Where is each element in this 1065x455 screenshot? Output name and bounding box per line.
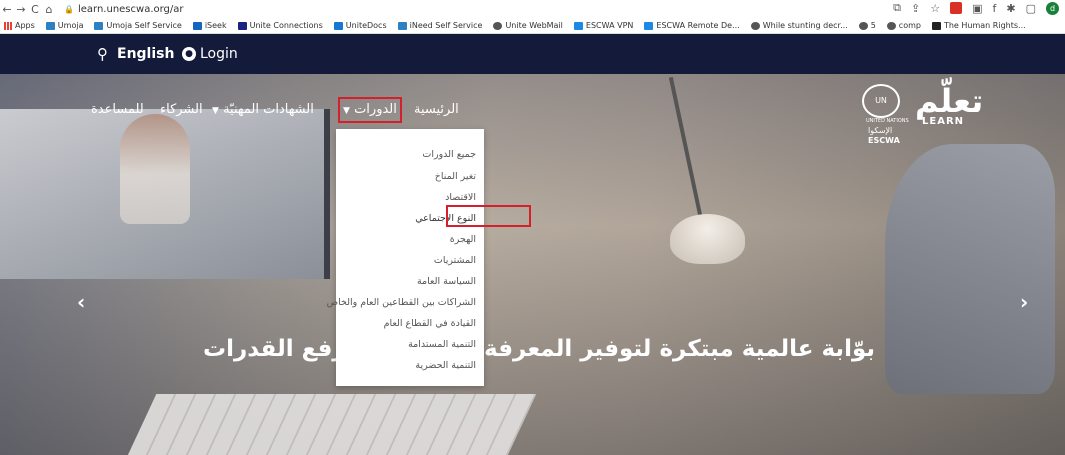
- nav-home[interactable]: الرئيسية: [414, 102, 459, 117]
- escwa-icon: [644, 21, 654, 30]
- login-link[interactable]: Login: [200, 46, 238, 62]
- globe-icon: [750, 21, 760, 30]
- profile-avatar-icon[interactable]: d: [1046, 1, 1059, 15]
- courses-dropdown-menu: جميع الدورات تغير المناخ الاقتصاد النوع …: [327, 129, 484, 386]
- bookmark-unite-webmail[interactable]: Unite WebMail: [493, 21, 563, 30]
- url-text[interactable]: learn.unescwa.org/ar: [78, 4, 184, 15]
- nav-partners[interactable]: الشركاء: [160, 102, 203, 117]
- apps-grid-icon: [4, 21, 12, 30]
- courses-highlight-box: [338, 97, 402, 123]
- iseek-icon: [192, 21, 202, 30]
- pdf-extension-icon[interactable]: [950, 2, 963, 14]
- bookmark-5[interactable]: 5: [858, 21, 876, 30]
- language-switch[interactable]: English: [117, 46, 174, 62]
- bookmark-umoja-self-service[interactable]: Umoja Self Service: [94, 21, 182, 30]
- unite-connections-icon: [237, 21, 247, 30]
- facebook-extension-icon[interactable]: f: [993, 2, 997, 15]
- share-icon[interactable]: ⇪: [911, 2, 920, 15]
- escwa-label: ESCWA: [868, 136, 900, 145]
- nav-certificates[interactable]: ▼ الشهادات المهنيّة: [212, 102, 314, 117]
- bookmark-human-rights[interactable]: The Human Rights...: [931, 21, 1026, 30]
- nav-help[interactable]: للمساعدة: [91, 102, 144, 117]
- site-logo[interactable]: تعلّم: [915, 82, 983, 120]
- bookmarks-bar: Apps Umoja Umoja Self Service iSeek Unit…: [0, 18, 1065, 34]
- menu-item-economics[interactable]: الاقتصاد: [445, 192, 476, 203]
- globe-icon: [858, 21, 868, 30]
- hero-person-image: [120, 114, 190, 224]
- gender-highlight-box: [446, 205, 531, 227]
- reload-icon[interactable]: C: [28, 3, 42, 16]
- hero-pencil-image: [668, 76, 704, 225]
- bookmark-ineed[interactable]: iNeed Self Service: [397, 21, 482, 30]
- hero-basket-image: [885, 144, 1055, 394]
- hero-headline-left: رفع القدرات: [203, 336, 346, 362]
- menu-item-climate-change[interactable]: تغير المناخ: [435, 171, 476, 182]
- browser-toolbar: ← → C ⌂ 🔒 learn.unescwa.org/ar ⧉ ⇪ ☆ ▣ f…: [0, 0, 1065, 18]
- user-icon[interactable]: ●: [182, 47, 196, 61]
- bookmark-escwa-remote[interactable]: ESCWA Remote De...: [644, 21, 740, 30]
- carousel-prev-icon[interactable]: ‹: [77, 290, 85, 314]
- hero-headline-right: بوّابة عالمية مبتكرة لتوفير المعرفة: [484, 336, 876, 362]
- bookmark-iseek[interactable]: iSeek: [192, 21, 227, 30]
- bookmark-comp[interactable]: comp: [886, 21, 921, 30]
- globe-icon: [493, 21, 503, 30]
- address-bar[interactable]: 🔒 learn.unescwa.org/ar: [64, 4, 184, 15]
- menu-item-urban-development[interactable]: التنمية الحضرية: [415, 360, 476, 371]
- hero-keyboard-image: [123, 394, 537, 455]
- carousel-next-icon[interactable]: ›: [1020, 290, 1028, 314]
- menu-item-public-policy[interactable]: السياسة العامة: [417, 276, 476, 287]
- site-header: ⚲ English ● Login: [0, 34, 1065, 74]
- bookmark-apps[interactable]: Apps: [4, 21, 35, 30]
- umoja-icon: [94, 21, 104, 30]
- hero-banner: ‹ › للمساعدة الشركاء ▼ الشهادات المهنيّة…: [0, 74, 1065, 455]
- puzzle-icon[interactable]: ✱: [1006, 2, 1015, 15]
- menu-item-procurement[interactable]: المشتريات: [434, 255, 476, 266]
- home-icon[interactable]: ⌂: [42, 3, 56, 16]
- menu-item-ppp[interactable]: الشراكات بين القطاعين العام والخاص: [327, 297, 476, 308]
- bookmark-unitedocs[interactable]: UniteDocs: [333, 21, 387, 30]
- umoja-icon: [45, 21, 55, 30]
- tv-icon: [931, 21, 941, 30]
- bookmark-umoja[interactable]: Umoja: [45, 21, 83, 30]
- menu-item-migration[interactable]: الهجرة: [450, 234, 476, 245]
- bookmark-unite-connections[interactable]: Unite Connections: [237, 21, 323, 30]
- bookmark-star-icon[interactable]: ☆: [930, 2, 940, 15]
- bookmark-stunting[interactable]: While stunting decr...: [750, 21, 848, 30]
- back-icon[interactable]: ←: [0, 3, 14, 16]
- search-icon[interactable]: ⚲: [97, 45, 108, 63]
- hero-cup-image: [670, 214, 745, 264]
- un-emblem-icon: UN: [862, 84, 900, 118]
- unitedocs-icon: [333, 21, 343, 30]
- extension-icon[interactable]: ▣: [972, 2, 982, 15]
- globe-icon: [886, 21, 896, 30]
- forward-icon[interactable]: →: [14, 3, 28, 16]
- ineed-icon: [397, 21, 407, 30]
- menu-item-sustainable-development[interactable]: التنمية المستدامة: [408, 339, 476, 350]
- escwa-arabic-label: الإسكوا: [868, 126, 893, 135]
- lock-icon: 🔒: [64, 4, 74, 14]
- menu-item-public-leadership[interactable]: القيادة في القطاع العام: [384, 318, 476, 329]
- bookmark-escwa-vpn[interactable]: ESCWA VPN: [573, 21, 633, 30]
- browser-actions: ⧉ ⇪ ☆ ▣ f ✱ ▢ d: [893, 1, 1059, 15]
- un-label: UNITED NATIONS: [866, 118, 909, 124]
- translate-icon[interactable]: ⧉: [893, 1, 901, 15]
- site-logo-latin: LEARN: [922, 116, 965, 127]
- menu-item-all-courses[interactable]: جميع الدورات: [422, 149, 476, 160]
- sidepanel-icon[interactable]: ▢: [1026, 2, 1036, 15]
- escwa-icon: [573, 21, 583, 30]
- chevron-down-icon: ▼: [212, 106, 219, 116]
